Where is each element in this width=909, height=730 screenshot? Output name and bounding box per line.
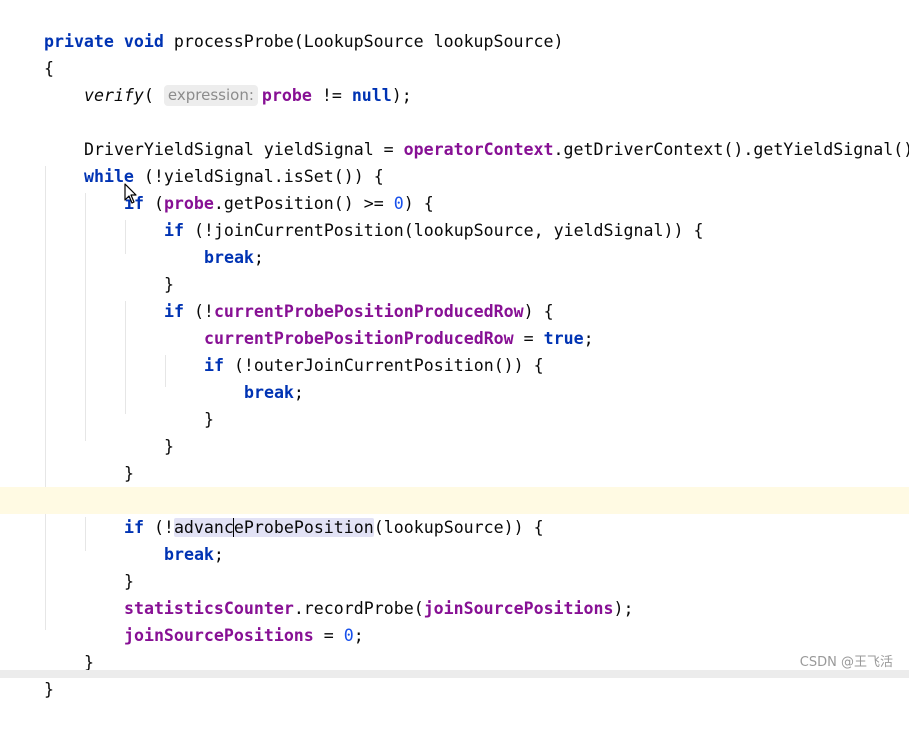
close-brace: } — [203, 410, 214, 429]
keyword: break — [203, 248, 254, 267]
horizontal-scrollbar-track[interactable] — [0, 670, 909, 678]
code-line-13[interactable]: if (!outerJoinCurrentPosition()) { — [164, 325, 544, 375]
close-brace: } — [163, 437, 174, 456]
code-line-14[interactable]: break; — [204, 352, 304, 402]
field-ref: joinSourcePositions — [123, 626, 314, 645]
keyword: private void — [43, 32, 164, 51]
code-line-24[interactable]: } — [44, 622, 94, 672]
indent-guide — [45, 166, 46, 630]
identifier-part: eProbePosition — [233, 518, 374, 537]
keyword: true — [543, 329, 584, 348]
code-line-15[interactable]: } — [164, 379, 214, 429]
code-line-12[interactable]: currentProbePositionProducedRow = true; — [164, 298, 594, 348]
code-line-2[interactable]: { — [4, 28, 54, 78]
method-signature: processProbe(LookupSource lookupSource) — [163, 32, 564, 51]
punctuation: ; — [253, 248, 264, 267]
field-ref: joinSourcePositions — [423, 599, 614, 618]
parameter-hint: expression: — [163, 85, 258, 106]
code-line-1[interactable]: private void processProbe(LookupSource l… — [4, 1, 564, 51]
code-line-11[interactable]: if (!currentProbePositionProducedRow) { — [124, 271, 554, 321]
punctuation: ; — [583, 329, 594, 348]
code-editor[interactable]: private void processProbe(LookupSource l… — [0, 0, 909, 699]
method-chain: .getDriverContext().getYieldSignal(); — [553, 140, 909, 159]
keyword: break — [163, 545, 214, 564]
keyword: null — [351, 86, 392, 105]
code-line-20[interactable]: break; — [124, 514, 224, 564]
operator: = — [313, 626, 344, 645]
mouse-pointer-icon — [124, 183, 137, 204]
code-line-17[interactable]: } — [84, 433, 134, 483]
method-call: verify — [83, 86, 144, 105]
code-line-22[interactable]: statisticsCounter.recordProbe(joinSource… — [84, 568, 634, 618]
code-line-18[interactable]: currentProbePositionProducedRow = false; — [84, 460, 524, 510]
punctuation: ); — [391, 86, 412, 105]
field-ref: probe — [261, 86, 312, 105]
code-line-16[interactable]: } — [124, 406, 174, 456]
arguments: (lookupSource)) { — [373, 518, 544, 537]
number-literal: 0 — [343, 626, 354, 645]
watermark: CSDN @王飞活 — [799, 655, 893, 670]
punctuation: ; — [353, 626, 364, 645]
code-line-6[interactable]: while (!yieldSignal.isSet()) { — [44, 136, 384, 186]
code-line-5[interactable]: DriverYieldSignal yieldSignal = operator… — [44, 109, 909, 159]
code-line-8[interactable]: if (!joinCurrentPosition(lookupSource, y… — [124, 190, 703, 240]
code-line-10[interactable]: } — [124, 244, 174, 294]
code-line-23[interactable]: joinSourcePositions = 0; — [84, 595, 364, 645]
code-line-9[interactable]: break; — [164, 217, 264, 267]
close-brace: } — [43, 680, 54, 699]
punctuation: ; — [293, 383, 304, 402]
keyword: break — [243, 383, 294, 402]
code-line-21[interactable]: } — [84, 541, 134, 591]
operator: != — [311, 86, 352, 105]
paren: ( — [143, 86, 154, 105]
field-ref: operatorContext — [403, 140, 554, 159]
punctuation: ; — [213, 545, 224, 564]
punctuation: ); — [613, 599, 634, 618]
code-line-19-current[interactable]: if (!advanceProbePosition(lookupSource))… — [0, 487, 909, 537]
code-line-3[interactable]: verify( expression: probe != null); — [44, 55, 412, 106]
